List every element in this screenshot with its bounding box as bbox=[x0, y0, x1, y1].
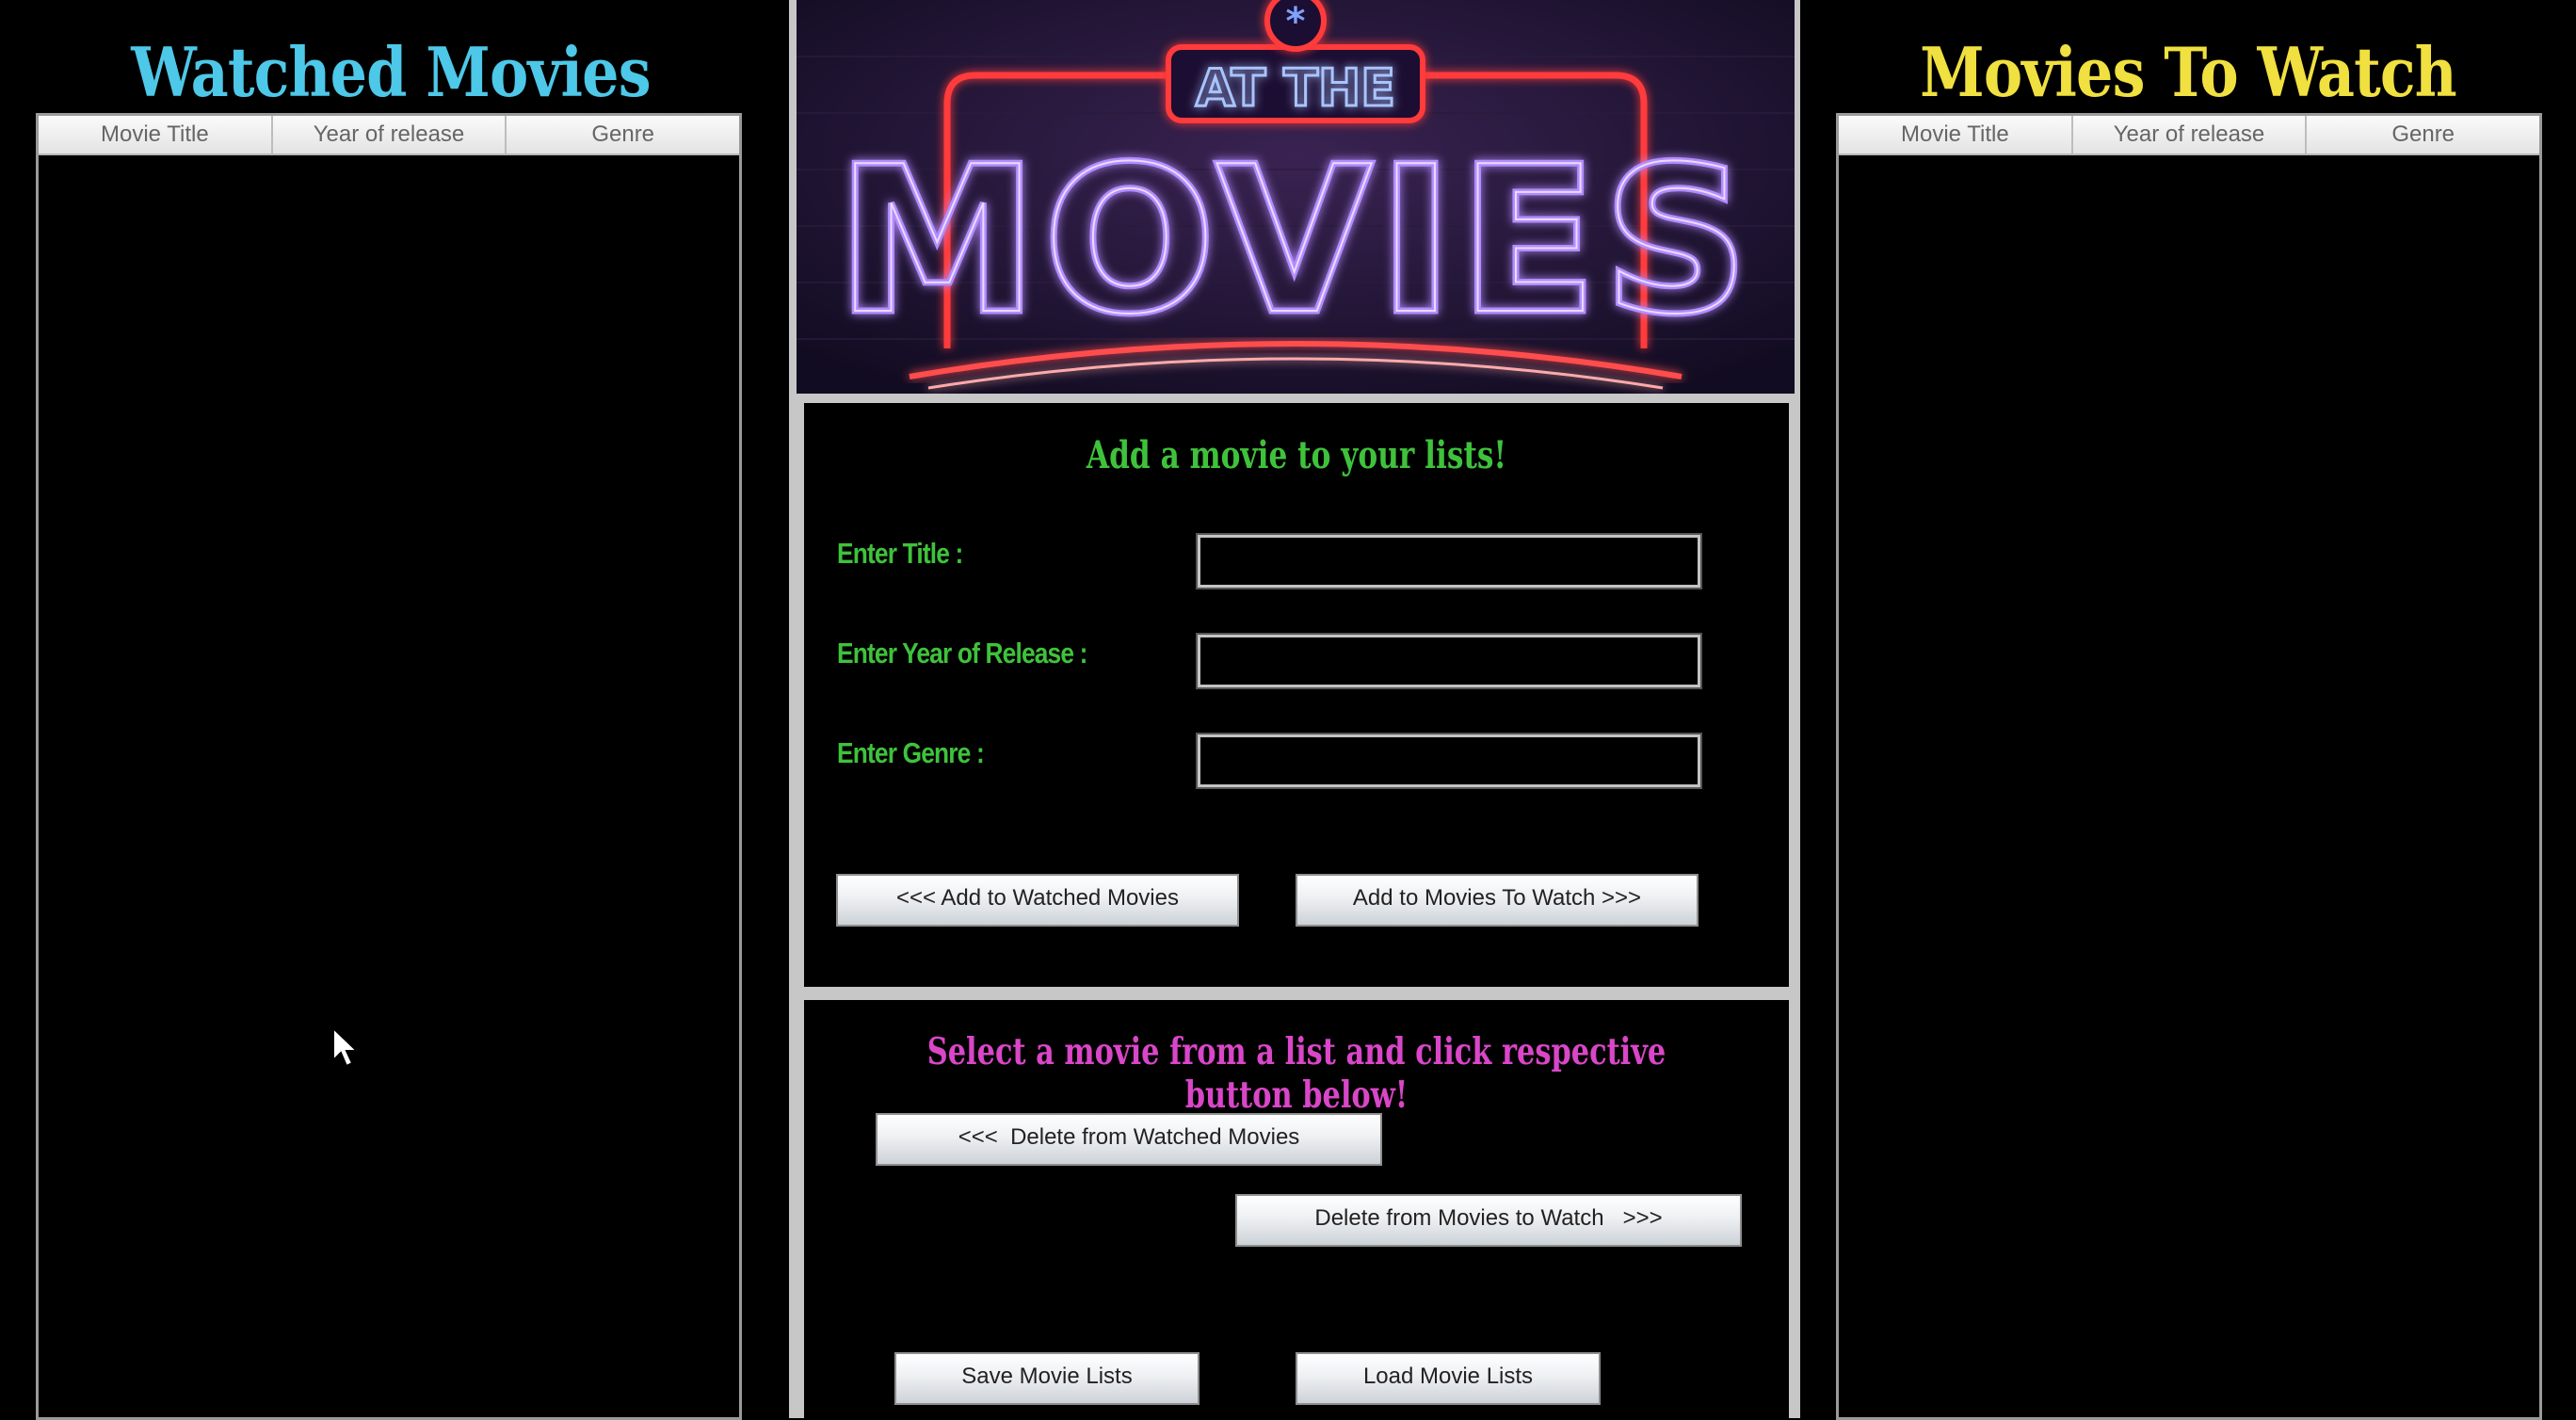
add-movie-section: Add a movie to your lists! Enter Title :… bbox=[804, 403, 1789, 987]
add-to-watched-button[interactable]: <<< Add to Watched Movies bbox=[836, 874, 1239, 927]
column-header-genre[interactable]: Genre bbox=[507, 116, 739, 153]
to-watch-table[interactable]: Movie Title Year of release Genre bbox=[1836, 113, 2542, 1420]
at-the-movies-banner: * AT THE MOVIES MOVIES bbox=[797, 0, 1795, 394]
add-to-watch-button[interactable]: Add to Movies To Watch >>> bbox=[1296, 874, 1699, 927]
watched-movies-title: Watched Movies bbox=[131, 32, 651, 112]
delete-from-watched-button[interactable]: <<< Delete from Watched Movies bbox=[876, 1113, 1382, 1166]
column-header-year[interactable]: Year of release bbox=[273, 116, 507, 153]
manage-lists-heading: Select a movie from a list and click res… bbox=[926, 1030, 1666, 1117]
title-label: Enter Title : bbox=[837, 537, 963, 570]
table-header: Movie Title Year of release Genre bbox=[1839, 116, 2539, 155]
watched-movies-table[interactable]: Movie Title Year of release Genre bbox=[36, 113, 742, 1420]
delete-from-to-watch-button[interactable]: Delete from Movies to Watch >>> bbox=[1235, 1194, 1742, 1247]
load-lists-button[interactable]: Load Movie Lists bbox=[1296, 1352, 1601, 1405]
banner-line1: AT THE bbox=[1196, 58, 1395, 118]
table-header: Movie Title Year of release Genre bbox=[39, 116, 739, 155]
column-header-title[interactable]: Movie Title bbox=[1839, 116, 2073, 153]
year-input[interactable] bbox=[1196, 633, 1702, 689]
column-header-genre[interactable]: Genre bbox=[2307, 116, 2539, 153]
banner-line2-highlight: MOVIES bbox=[836, 122, 1754, 359]
title-input[interactable] bbox=[1196, 533, 1702, 589]
mouse-cursor-icon bbox=[332, 1026, 360, 1068]
genre-input[interactable] bbox=[1196, 733, 1702, 789]
manage-lists-section: Select a movie from a list and click res… bbox=[804, 1000, 1789, 1418]
column-header-title[interactable]: Movie Title bbox=[39, 116, 273, 153]
svg-text:*: * bbox=[1286, 0, 1306, 43]
genre-label: Enter Genre : bbox=[837, 736, 985, 769]
watched-movies-table-body[interactable] bbox=[39, 155, 739, 1417]
add-movie-heading: Add a movie to your lists! bbox=[1086, 433, 1507, 477]
column-header-year[interactable]: Year of release bbox=[2073, 116, 2308, 153]
to-watch-title: Movies To Watch bbox=[1920, 32, 2457, 112]
to-watch-table-body[interactable] bbox=[1839, 155, 2539, 1417]
year-label: Enter Year of Release : bbox=[837, 637, 1087, 670]
save-lists-button[interactable]: Save Movie Lists bbox=[894, 1352, 1199, 1405]
to-watch-panel: Movies To Watch Movie Title Year of rele… bbox=[1800, 0, 2576, 1420]
watched-movies-panel: Watched Movies Movie Title Year of relea… bbox=[0, 0, 781, 1420]
movies-neon-sign-image: * AT THE MOVIES MOVIES bbox=[797, 0, 1795, 394]
